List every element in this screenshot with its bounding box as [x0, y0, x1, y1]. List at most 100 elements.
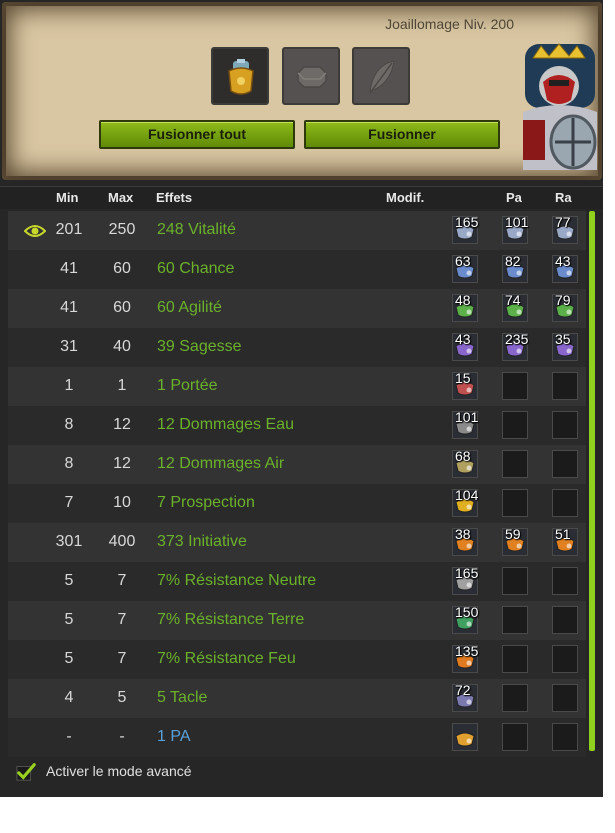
rune-slot[interactable]: 43 — [452, 331, 478, 361]
table-row[interactable]: 7 10 7 Prospection 104 — [8, 484, 586, 523]
table-row[interactable]: 41 60 60 Agilité 48 74 79 — [8, 289, 586, 328]
min-value: 201 — [55, 221, 83, 238]
empty-rune-slot[interactable] — [502, 567, 528, 595]
empty-rune-slot[interactable] — [552, 372, 578, 400]
rune-count: 165 — [455, 214, 479, 230]
ra-rune-slot[interactable]: 43 — [552, 253, 578, 283]
min-value: 8 — [64, 416, 74, 433]
rune-count: 15 — [455, 370, 471, 386]
header-panel: Joaillomage Niv. 200 Fusionner tout Fusi… — [2, 2, 602, 180]
empty-rune-slot[interactable] — [552, 645, 578, 673]
rune-count: 35 — [555, 331, 571, 347]
empty-rune-slot[interactable] — [502, 645, 528, 673]
rune-slot[interactable]: 165 — [452, 565, 478, 595]
rune-slot[interactable]: 104 — [452, 487, 479, 517]
potion-slot[interactable] — [352, 47, 410, 105]
effect-label: 5 Tacle — [157, 689, 208, 706]
table-row[interactable]: 1 1 1 Portée 15 — [8, 367, 586, 406]
empty-rune-slot[interactable] — [502, 450, 528, 478]
ra-rune-slot[interactable]: 77 — [552, 214, 578, 244]
merge-all-button[interactable]: Fusionner tout — [99, 120, 295, 149]
effects-table: 201 250 248 Vitalité 165 101 77 41 60 60 Chance 6… — [8, 211, 586, 757]
empty-rune-slot[interactable] — [552, 684, 578, 712]
rune-slot[interactable] — [452, 723, 478, 751]
table-row[interactable]: 5 7 7% Résistance Feu 135 — [8, 640, 586, 679]
character-portrait-icon — [523, 43, 597, 170]
rune-slot[interactable]: 135 — [452, 643, 478, 673]
effect-label: 1 PA — [157, 728, 191, 745]
scrollbar[interactable] — [589, 211, 595, 751]
column-min: Min — [56, 190, 79, 205]
table-row[interactable]: 201 250 248 Vitalité 165 101 77 — [8, 211, 586, 250]
min-value: 4 — [64, 689, 74, 706]
golden-armor-icon — [228, 59, 254, 95]
empty-rune-slot[interactable] — [552, 411, 578, 439]
rune-slot[interactable]: 68 — [452, 448, 478, 478]
table-row[interactable]: 5 7 7% Résistance Neutre 165 — [8, 562, 586, 601]
ra-rune-slot[interactable]: 35 — [552, 331, 578, 361]
max-value: 7 — [117, 611, 127, 628]
advanced-mode-checkbox[interactable] — [16, 762, 36, 782]
rune-slot[interactable]: 101 — [452, 409, 478, 439]
rune-slot[interactable]: 63 — [452, 253, 478, 283]
table-row[interactable]: 5 7 7% Résistance Terre 150 — [8, 601, 586, 640]
rune-count: 104 — [455, 487, 479, 503]
empty-rune-slot[interactable] — [502, 606, 528, 634]
empty-rune-slot[interactable] — [552, 606, 578, 634]
table-row[interactable]: 41 60 60 Chance 63 82 43 — [8, 250, 586, 289]
max-value: 7 — [117, 572, 127, 589]
rune-count: 82 — [505, 253, 521, 269]
pa-rune-slot[interactable]: 101 — [502, 214, 528, 244]
merge-button[interactable]: Fusionner — [304, 120, 500, 149]
table-row[interactable]: 8 12 12 Dommages Eau 101 — [8, 406, 586, 445]
rune-slot[interactable]: 150 — [452, 604, 478, 634]
rune-slot[interactable]: 38 — [452, 526, 478, 556]
effect-label: 7% Résistance Neutre — [157, 572, 317, 589]
empty-rune-slot[interactable] — [502, 372, 528, 400]
empty-rune-slot[interactable] — [502, 411, 528, 439]
rune-count: 235 — [505, 331, 529, 347]
min-value: 7 — [64, 494, 74, 511]
rune-slot[interactable]: 165 — [452, 214, 479, 244]
ra-rune-slot[interactable]: 51 — [552, 526, 578, 556]
pa-rune-slot[interactable]: 235 — [502, 331, 529, 361]
profession-level: Joaillomage Niv. 200 — [385, 16, 514, 32]
ra-rune-slot[interactable]: 79 — [552, 292, 578, 322]
table-row[interactable]: 31 40 39 Sagesse 43 235 35 — [8, 328, 586, 367]
pa-rune-slot[interactable]: 59 — [502, 526, 528, 556]
effect-label: 12 Dommages Air — [157, 455, 285, 472]
effect-label: 373 Initiative — [157, 533, 247, 550]
empty-rune-slot[interactable] — [502, 489, 528, 517]
rune-slot[interactable]: 15 — [452, 370, 478, 400]
rune-count: 48 — [455, 292, 471, 308]
pa-rune-slot[interactable]: 74 — [502, 292, 528, 322]
eye-icon[interactable] — [24, 223, 46, 239]
min-value: 5 — [64, 650, 74, 667]
table-row[interactable]: 301 400 373 Initiative 38 59 51 — [8, 523, 586, 562]
rune-slot[interactable]: 72 — [452, 682, 478, 712]
table-row[interactable]: 8 12 12 Dommages Air 68 — [8, 445, 586, 484]
table-row[interactable]: 4 5 5 Tacle 72 — [8, 679, 586, 718]
item-slot[interactable] — [211, 47, 269, 105]
effect-label: 248 Vitalité — [157, 221, 236, 238]
effect-label: 39 Sagesse — [157, 338, 242, 355]
rune-count: 43 — [455, 331, 471, 347]
table-row[interactable]: - - 1 PA — [8, 718, 586, 757]
min-value: 8 — [64, 455, 74, 472]
empty-rune-slot[interactable] — [552, 723, 578, 751]
empty-rune-slot[interactable] — [552, 489, 578, 517]
empty-rune-slot[interactable] — [502, 723, 528, 751]
rune-slot[interactable]: 48 — [452, 292, 478, 322]
empty-rune-slot[interactable] — [552, 567, 578, 595]
max-value: 10 — [113, 494, 131, 511]
advanced-mode-label[interactable]: Activer le mode avancé — [46, 763, 192, 779]
pa-rune-slot[interactable]: 82 — [502, 253, 528, 283]
max-value: 12 — [113, 416, 131, 433]
max-value: 40 — [113, 338, 131, 355]
rune-slot[interactable] — [282, 47, 340, 105]
empty-rune-slot[interactable] — [502, 684, 528, 712]
empty-rune-slot[interactable] — [552, 450, 578, 478]
column-pa: Pa — [506, 190, 522, 205]
smithmagic-window: Joaillomage Niv. 200 Fusionner tout Fusi… — [0, 0, 603, 797]
effect-label: 12 Dommages Eau — [157, 416, 294, 433]
